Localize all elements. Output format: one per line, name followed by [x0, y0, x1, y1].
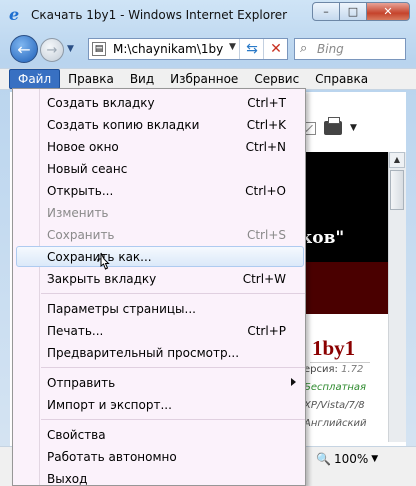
- menu-item-properties[interactable]: Свойства: [14, 424, 304, 446]
- menu-item-shortcut: Ctrl+O: [245, 184, 286, 198]
- address-input[interactable]: M:\chaynikam\1by: [113, 42, 231, 56]
- menu-separator: [41, 293, 305, 294]
- mouse-cursor-icon: [97, 252, 110, 270]
- zoom-icon: 🔍: [316, 452, 331, 466]
- menu-item-label: Работать автономно: [47, 450, 177, 464]
- ie-window: e Скачать 1by1 - Windows Internet Explor…: [0, 0, 416, 486]
- banner-strip: [297, 262, 388, 314]
- scroll-thumb[interactable]: [390, 170, 404, 210]
- menu-item-label: Отправить: [47, 376, 116, 390]
- menu-item-shortcut: Ctrl+N: [245, 140, 286, 154]
- menu-item-label: Печать...: [47, 324, 104, 338]
- menu-item-label: Импорт и экспорт...: [47, 398, 172, 412]
- menu-item-label: Новое окно: [47, 140, 119, 154]
- menu-item-shortcut: Ctrl+K: [246, 118, 286, 132]
- vertical-scrollbar[interactable]: ▲: [388, 152, 406, 442]
- menu-item-exit[interactable]: Выход: [14, 468, 304, 486]
- forward-button[interactable]: →: [40, 38, 64, 62]
- menu-item-shortcut: Ctrl+W: [242, 272, 286, 286]
- menu-item-open[interactable]: Открыть... Ctrl+O: [14, 180, 304, 202]
- menu-item-import-export[interactable]: Импорт и экспорт...: [14, 394, 304, 416]
- version-label: ерсия:: [304, 364, 338, 375]
- zoom-dropdown-icon[interactable]: ▼: [371, 454, 378, 464]
- menu-bar: Файл Правка Вид Избранное Сервис Справка: [0, 68, 416, 90]
- search-box[interactable]: ⌕ Bing: [294, 38, 406, 60]
- submenu-arrow-icon: [291, 378, 296, 386]
- address-bar[interactable]: ▤ M:\chaynikam\1by ▼ ⇆ ✕: [88, 38, 288, 60]
- command-bar: ▼: [298, 116, 398, 140]
- menu-item-label: Предварительный просмотр...: [47, 346, 240, 360]
- language-info: Английский: [304, 418, 367, 429]
- menu-item-print-preview[interactable]: Предварительный просмотр...: [14, 342, 304, 364]
- menu-item-shortcut: Ctrl+T: [247, 96, 286, 110]
- program-logo: 1by1: [312, 336, 356, 360]
- menu-help[interactable]: Справка: [307, 70, 376, 88]
- maximize-button[interactable]: □: [339, 2, 367, 21]
- menu-item-label: Сохранить: [47, 228, 115, 242]
- menu-item-label: Создать вкладку: [47, 96, 155, 110]
- menu-tools[interactable]: Сервис: [246, 70, 307, 88]
- menu-item-new-session[interactable]: Новый сеанс: [14, 158, 304, 180]
- zoom-control[interactable]: 🔍 100% ▼: [316, 452, 378, 466]
- menu-item-label: Выход: [47, 472, 88, 486]
- divider: [310, 362, 370, 363]
- menu-item-label: Открыть...: [47, 184, 114, 198]
- back-button[interactable]: ←: [10, 35, 38, 63]
- menu-item-label: Новый сеанс: [47, 162, 128, 176]
- file-menu: Создать вкладку Ctrl+T Создать копию вкл…: [12, 88, 306, 486]
- menu-item-save-as[interactable]: Сохранить как...: [14, 246, 304, 268]
- menu-item-label: Параметры страницы...: [47, 302, 196, 316]
- version-value: 1.72: [341, 364, 364, 375]
- menu-item-new-tab[interactable]: Создать вкладку Ctrl+T: [14, 92, 304, 114]
- zoom-level[interactable]: 100%: [334, 452, 368, 466]
- menu-item-send[interactable]: Отправить: [14, 372, 304, 394]
- menu-item-shortcut: Ctrl+S: [246, 228, 286, 242]
- search-icon[interactable]: ⌕: [300, 41, 307, 56]
- menu-item-label: Изменить: [47, 206, 109, 220]
- menu-edit[interactable]: Правка: [60, 70, 122, 88]
- menu-item-save: Сохранить Ctrl+S: [14, 224, 304, 246]
- menu-view[interactable]: Вид: [122, 70, 162, 88]
- close-button[interactable]: ✕: [366, 2, 410, 21]
- recent-pages-dropdown-icon[interactable]: ▼: [67, 44, 74, 54]
- window-title: Скачать 1by1 - Windows Internet Explorer: [31, 8, 288, 22]
- menu-item-shortcut: Ctrl+P: [247, 324, 286, 338]
- stop-icon[interactable]: ✕: [263, 39, 288, 59]
- version-info: ерсия: 1.72: [304, 364, 363, 375]
- menu-item-edit: Изменить: [14, 202, 304, 224]
- menu-item-print[interactable]: Печать... Ctrl+P: [14, 320, 304, 342]
- print-icon[interactable]: [324, 117, 342, 135]
- refresh-icon[interactable]: ⇆: [239, 39, 264, 59]
- page-icon: ▤: [92, 42, 106, 56]
- banner-text: ков": [300, 228, 345, 248]
- menu-separator: [41, 367, 305, 368]
- search-input[interactable]: Bing: [317, 42, 344, 56]
- menu-item-label: Закрыть вкладку: [47, 272, 157, 286]
- os-info: XP/Vista/7/8: [304, 400, 365, 411]
- scroll-up-button[interactable]: ▲: [389, 152, 405, 168]
- menu-item-label: Свойства: [47, 428, 106, 442]
- menu-separator: [41, 419, 305, 420]
- menu-item-page-setup[interactable]: Параметры страницы...: [14, 298, 304, 320]
- print-dropdown-icon[interactable]: ▼: [350, 123, 357, 133]
- title-bar: e Скачать 1by1 - Windows Internet Explor…: [0, 0, 416, 30]
- ie-icon: e: [9, 5, 20, 24]
- menu-favorites[interactable]: Избранное: [162, 70, 246, 88]
- menu-item-label: Создать копию вкладки: [47, 118, 200, 132]
- license-info: Бесплатная: [304, 382, 367, 393]
- address-dropdown-icon[interactable]: ▼: [229, 42, 236, 52]
- menu-item-duplicate-tab[interactable]: Создать копию вкладки Ctrl+K: [14, 114, 304, 136]
- menu-item-close-tab[interactable]: Закрыть вкладку Ctrl+W: [14, 268, 304, 290]
- minimize-button[interactable]: –: [312, 2, 340, 21]
- menu-item-work-offline[interactable]: Работать автономно: [14, 446, 304, 468]
- caption-buttons: – □ ✕: [312, 2, 410, 22]
- menu-item-new-window[interactable]: Новое окно Ctrl+N: [14, 136, 304, 158]
- menu-file[interactable]: Файл: [9, 69, 61, 89]
